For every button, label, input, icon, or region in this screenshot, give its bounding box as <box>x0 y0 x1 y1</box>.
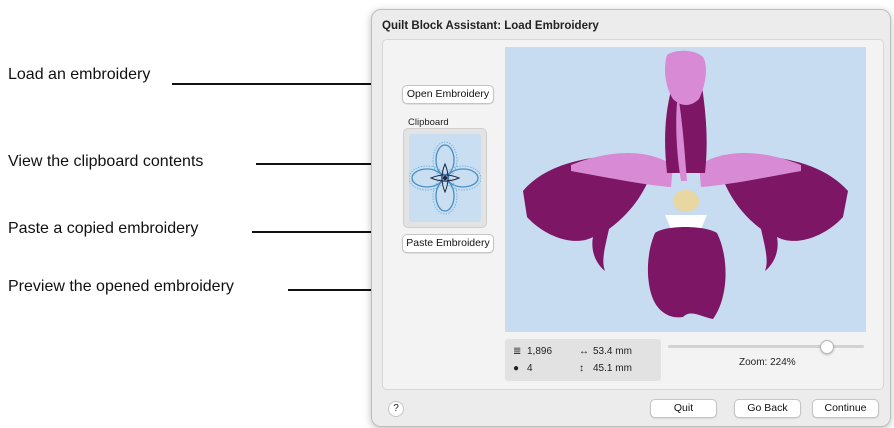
go-back-button[interactable]: Go Back <box>734 399 801 418</box>
embroidery-stats: ≣ 1,896 ● 4 ↔ 53.4 mm ↕ 45.1 mm <box>505 339 661 381</box>
stitch-count: ≣ 1,896 <box>513 346 552 357</box>
zoom-label: Zoom: 224% <box>739 357 796 368</box>
continue-button[interactable]: Continue <box>812 399 879 418</box>
clipboard-thumbnail <box>408 134 482 222</box>
quit-button[interactable]: Quit <box>650 399 717 418</box>
width-stat: ↔ 53.4 mm <box>579 346 632 357</box>
color-count-value: 4 <box>527 363 533 374</box>
callout-preview-embroidery: Preview the opened embroidery <box>8 278 234 295</box>
width-arrow-icon: ↔ <box>579 346 589 357</box>
embroidery-iris-design <box>523 50 848 319</box>
clipboard-label: Clipboard <box>408 117 449 128</box>
stitch-count-value: 1,896 <box>527 346 553 357</box>
callout-paste-embroidery: Paste a copied embroidery <box>8 220 199 237</box>
palette-icon: ● <box>513 363 520 374</box>
clipboard-preview <box>403 128 487 228</box>
help-button[interactable]: ? <box>388 401 404 417</box>
callout-view-clipboard: View the clipboard contents <box>8 153 204 170</box>
load-embroidery-dialog: Quilt Block Assistant: Load Embroidery O… <box>371 9 891 427</box>
height-stat: ↕ 45.1 mm <box>579 363 632 374</box>
paste-embroidery-button[interactable]: Paste Embroidery <box>402 234 494 253</box>
content-panel: Open Embroidery Clipboard Paste Embroide… <box>382 39 884 390</box>
callout-load-embroidery: Load an embroidery <box>8 66 151 83</box>
color-count: ● 4 <box>513 363 533 374</box>
dialog-title: Quilt Block Assistant: Load Embroidery <box>382 20 599 32</box>
zoom-slider[interactable] <box>668 345 864 348</box>
stitch-count-icon: ≣ <box>513 346 522 357</box>
width-value: 53.4 mm <box>593 346 632 357</box>
zoom-slider-knob[interactable] <box>820 340 834 354</box>
open-embroidery-button[interactable]: Open Embroidery <box>402 85 494 104</box>
height-arrow-icon: ↕ <box>579 363 584 374</box>
clipboard-quilt-design <box>408 141 482 215</box>
embroidery-preview <box>505 47 866 332</box>
height-value: 45.1 mm <box>593 363 632 374</box>
